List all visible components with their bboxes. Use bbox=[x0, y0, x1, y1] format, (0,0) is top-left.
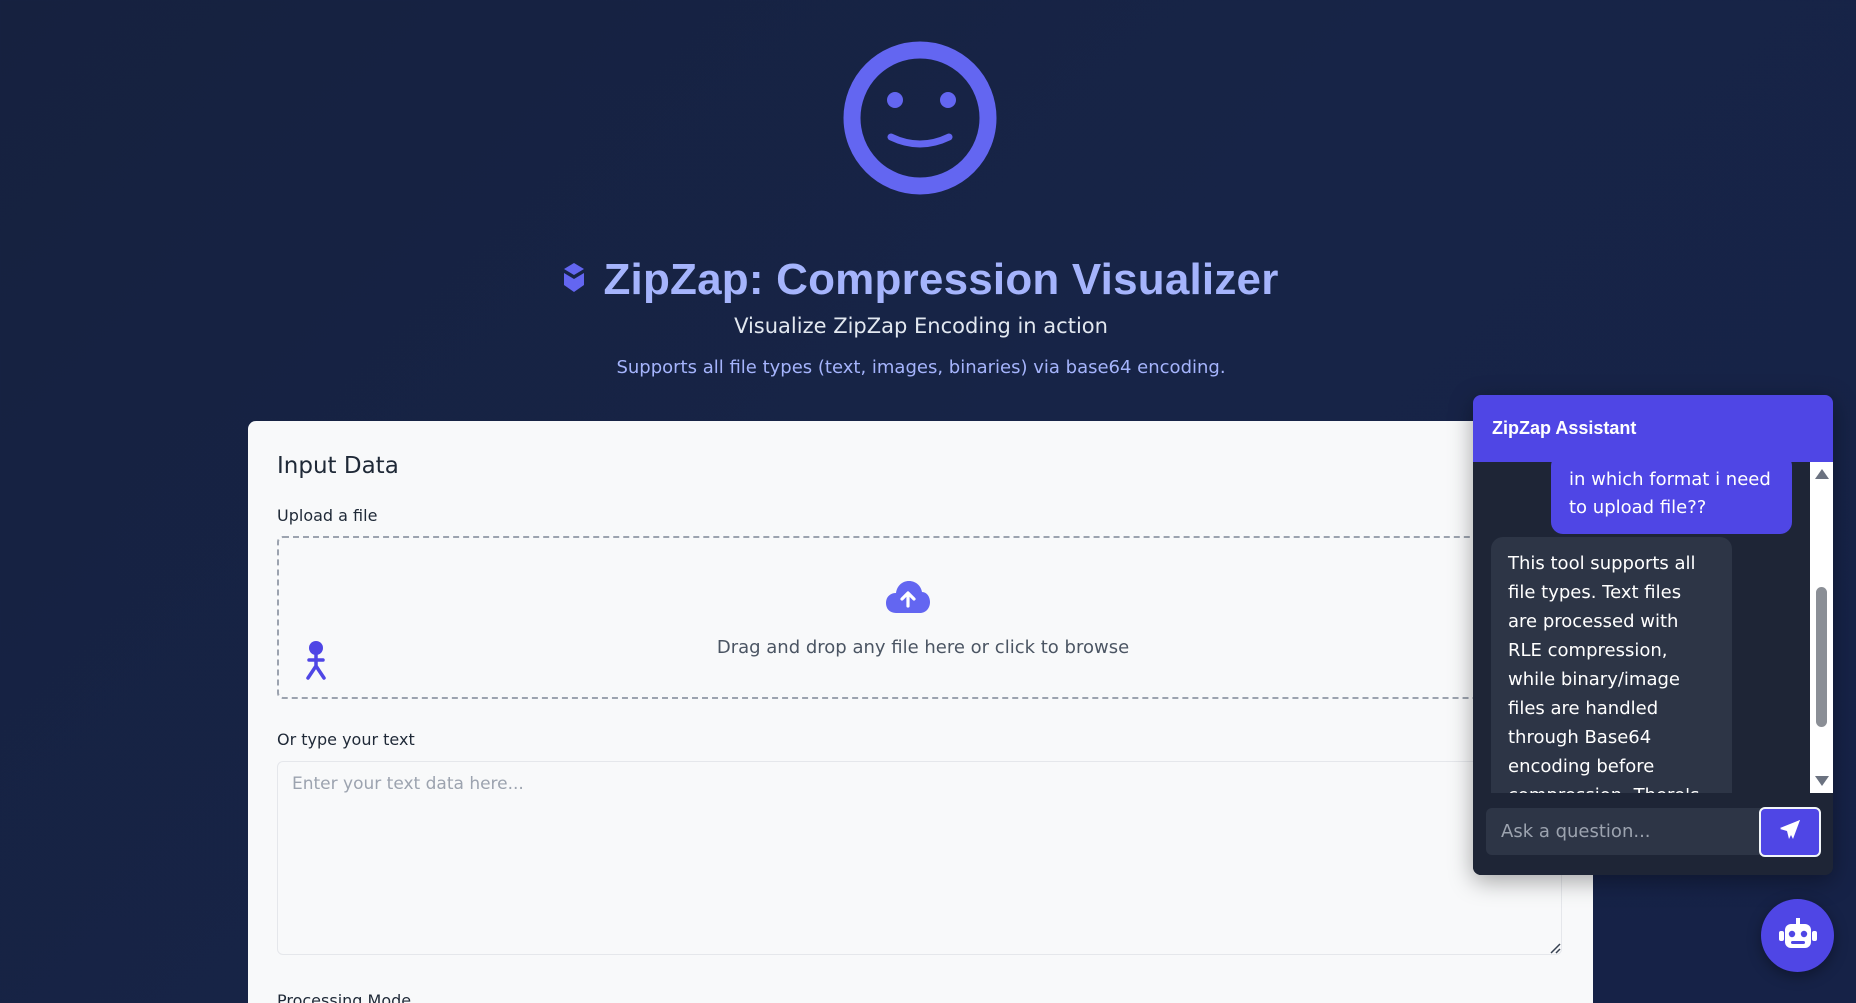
support-note: Supports all file types (text, images, b… bbox=[616, 357, 1226, 378]
chat-toggle-button[interactable] bbox=[1761, 899, 1834, 972]
chat-question-input[interactable] bbox=[1486, 808, 1761, 855]
input-heading: Input Data bbox=[277, 453, 399, 479]
chat-scrollbar[interactable] bbox=[1810, 462, 1833, 793]
layers-icon bbox=[563, 262, 585, 298]
chat-messages[interactable]: in which format i need to upload file?? … bbox=[1473, 462, 1810, 793]
send-button[interactable] bbox=[1759, 807, 1821, 857]
chat-header: ZipZap Assistant bbox=[1473, 395, 1833, 462]
stick-figure-icon bbox=[305, 640, 327, 684]
cloud-upload-icon bbox=[885, 580, 931, 618]
dropzone-text: Drag and drop any file here or click to … bbox=[716, 637, 1130, 658]
page-title: ZipZap: Compression Visualizer bbox=[603, 255, 1279, 304]
scroll-down-arrow-icon[interactable] bbox=[1815, 776, 1829, 786]
logo-smiley-icon bbox=[843, 41, 997, 195]
resize-grip-icon[interactable] bbox=[1547, 939, 1561, 958]
processing-mode-label: Processing Mode bbox=[277, 991, 412, 1003]
text-label: Or type your text bbox=[277, 730, 415, 749]
robot-icon bbox=[1778, 917, 1817, 954]
file-dropzone[interactable]: Drag and drop any file here or click to … bbox=[277, 536, 1569, 699]
scroll-thumb[interactable] bbox=[1816, 587, 1827, 727]
bot-message: This tool supports all file types. Text … bbox=[1491, 537, 1732, 793]
scroll-up-arrow-icon[interactable] bbox=[1815, 469, 1829, 479]
page-subtitle: Visualize ZipZap Encoding in action bbox=[734, 314, 1108, 338]
title-row: ZipZap: Compression Visualizer bbox=[0, 252, 1842, 308]
input-card: Input Data Upload a file Drag and drop a… bbox=[248, 421, 1593, 1003]
text-input[interactable] bbox=[277, 761, 1562, 955]
upload-label: Upload a file bbox=[277, 506, 378, 525]
paper-plane-icon bbox=[1779, 819, 1801, 845]
chat-input-row bbox=[1473, 793, 1833, 875]
user-message: in which format i need to upload file?? bbox=[1551, 462, 1792, 534]
chat-panel: ZipZap Assistant in which format i need … bbox=[1473, 395, 1833, 875]
